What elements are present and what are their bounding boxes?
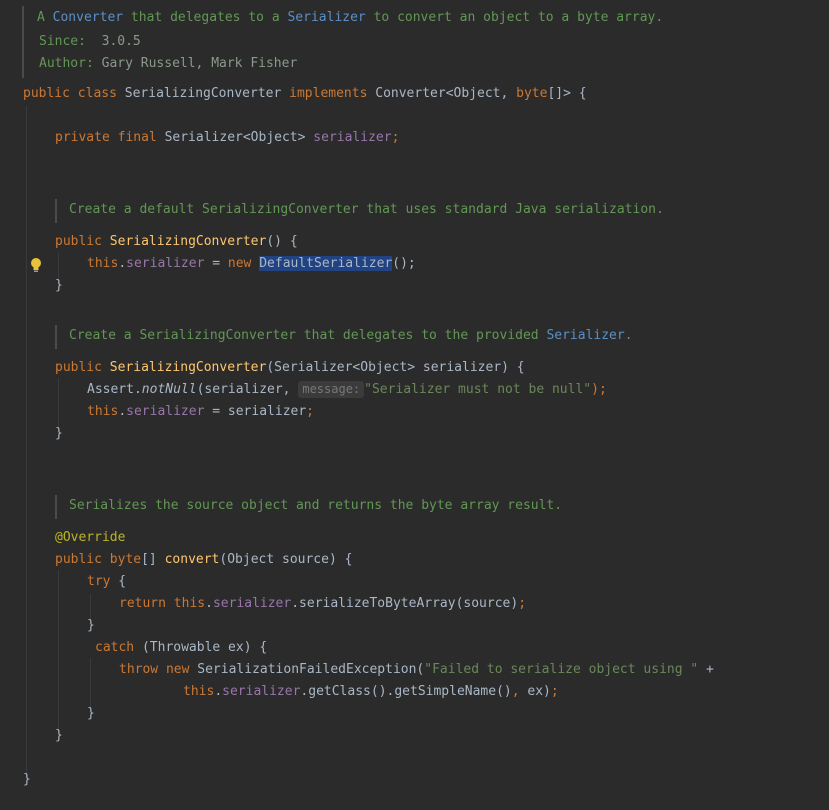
- field-declaration[interactable]: private final Serializer<Object> seriali…: [55, 127, 399, 149]
- ctor2-assign[interactable]: this.serializer = serializer;: [87, 401, 314, 423]
- ctor1-doc: Create a default SerializingConverter th…: [69, 202, 664, 217]
- doc-link-converter[interactable]: Converter: [53, 10, 123, 25]
- class-declaration[interactable]: public class SerializingConverter implem…: [23, 83, 587, 105]
- indent-guide: [26, 106, 27, 778]
- throw-continuation[interactable]: this.serializer.getClass().getSimpleName…: [183, 681, 559, 703]
- catch-close: }: [87, 706, 95, 721]
- indent-guide: [58, 570, 59, 732]
- convert-signature[interactable]: public byte[] convert(Object source) {: [55, 549, 352, 571]
- doc-link-serializer[interactable]: Serializer: [546, 328, 624, 343]
- catch-clause[interactable]: catch (Throwable ex) {: [95, 637, 267, 659]
- ctor2-assert[interactable]: Assert.notNull(serializer, message: "Seri…: [87, 379, 607, 401]
- method-close: }: [55, 728, 63, 743]
- ctor1-body[interactable]: this.serializer = new DefaultSerializer(…: [87, 253, 416, 275]
- doc-link-serializer[interactable]: Serializer: [287, 10, 365, 25]
- class-doc-description: A Converter that delegates to a Serializ…: [37, 10, 664, 25]
- class-doc-bar: [22, 6, 24, 78]
- selected-type[interactable]: DefaultSerializer: [259, 256, 393, 271]
- ctor1-signature[interactable]: public SerializingConverter() {: [55, 231, 298, 253]
- class-close: }: [23, 772, 31, 787]
- ctor1-doc-bar: [55, 199, 57, 223]
- convert-doc: Serializes the source object and returns…: [69, 498, 563, 513]
- throw-statement[interactable]: throw new SerializationFailedException("…: [119, 659, 714, 681]
- parameter-hint: message:: [298, 381, 365, 398]
- ctor2-signature[interactable]: public SerializingConverter(Serializer<O…: [55, 357, 525, 379]
- override-annotation[interactable]: @Override: [55, 527, 125, 549]
- return-statement[interactable]: return this.serializer.serializeToByteAr…: [119, 593, 526, 615]
- ctor2-doc-bar: [55, 325, 57, 349]
- try-statement[interactable]: try {: [87, 571, 126, 593]
- ctor2-doc: Create a SerializingConverter that deleg…: [69, 328, 633, 343]
- class-name[interactable]: SerializingConverter: [125, 86, 282, 101]
- lightbulb-icon[interactable]: [30, 257, 42, 273]
- ctor1-close: }: [55, 278, 63, 293]
- class-doc-since: Since: 3.0.5: [39, 34, 141, 49]
- class-doc-author: Author: Gary Russell, Mark Fisher: [39, 56, 298, 71]
- convert-doc-bar: [55, 495, 57, 519]
- ctor2-close: }: [55, 426, 63, 441]
- indent-guide: [90, 658, 91, 708]
- try-close: }: [87, 618, 95, 633]
